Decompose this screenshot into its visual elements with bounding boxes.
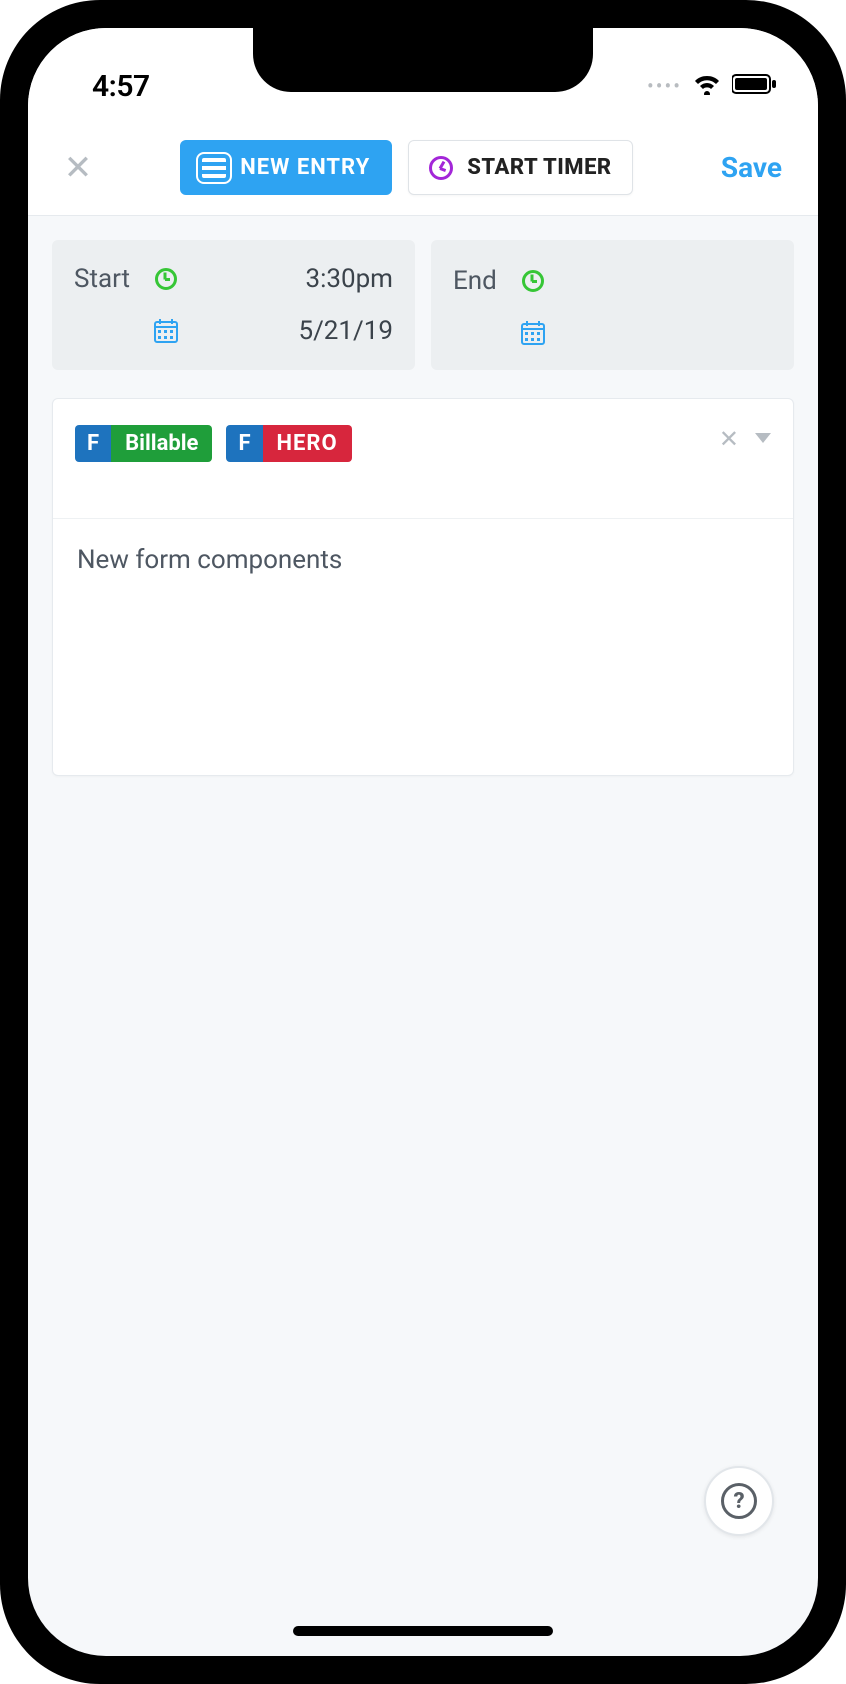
end-label: End xyxy=(453,266,497,296)
close-button[interactable]: ✕ xyxy=(56,146,100,190)
tag-prefix: F xyxy=(226,425,262,462)
calendar-icon xyxy=(154,319,178,343)
description-input[interactable]: New form components xyxy=(77,545,769,575)
save-label: Save xyxy=(721,151,782,184)
close-icon: ✕ xyxy=(64,148,93,188)
clear-tags-button[interactable]: ✕ xyxy=(719,425,739,453)
tag-label: Billable xyxy=(111,425,212,462)
phone-silence-switch xyxy=(0,210,2,270)
chevron-down-icon[interactable] xyxy=(755,433,771,443)
start-time-value[interactable]: 3:30pm xyxy=(202,264,393,294)
start-label: Start xyxy=(74,264,130,294)
save-button[interactable]: Save xyxy=(713,145,790,190)
tag-label: HERO xyxy=(263,425,352,462)
phone-frame: 4:57 •••• ✕ xyxy=(0,0,846,1684)
tag-chip-hero[interactable]: FHERO xyxy=(226,425,351,462)
wifi-icon xyxy=(692,73,722,99)
phone-volume-up xyxy=(0,310,2,430)
start-date-value[interactable]: 5/21/19 xyxy=(202,316,393,346)
start-time-button[interactable] xyxy=(154,268,178,290)
end-time-button[interactable] xyxy=(521,270,545,292)
tag-field[interactable]: FBillableFHERO ✕ xyxy=(53,399,793,519)
tab-new-entry-label: NEW ENTRY xyxy=(240,155,370,180)
phone-notch xyxy=(253,28,593,92)
toolbar: ✕ NEW ENTRY START TIMER Save xyxy=(28,122,818,216)
end-tile: End xyxy=(431,240,794,370)
battery-icon xyxy=(732,73,778,99)
help-icon: ? xyxy=(721,1483,757,1519)
cellular-dots-icon: •••• xyxy=(647,74,682,98)
status-time: 4:57 xyxy=(92,69,150,104)
calendar-icon xyxy=(521,321,545,345)
tab-start-timer-label: START TIMER xyxy=(467,155,611,180)
clock-icon xyxy=(522,270,544,292)
clock-icon xyxy=(429,156,453,180)
clock-icon xyxy=(155,268,177,290)
tag-chip-billable[interactable]: FBillable xyxy=(75,425,212,462)
start-date-button[interactable] xyxy=(154,319,178,343)
help-button[interactable]: ? xyxy=(704,1466,774,1536)
phone-volume-down xyxy=(0,450,2,570)
tab-start-timer[interactable]: START TIMER xyxy=(408,140,632,195)
home-indicator[interactable] xyxy=(293,1626,553,1636)
end-date-button[interactable] xyxy=(521,321,545,345)
tab-new-entry[interactable]: NEW ENTRY xyxy=(180,140,392,195)
start-tile: Start 3:30pm 5/21/19 xyxy=(52,240,415,370)
tag-prefix: F xyxy=(75,425,111,462)
entry-card: FBillableFHERO ✕ New form components xyxy=(52,398,794,776)
list-icon xyxy=(202,158,226,178)
